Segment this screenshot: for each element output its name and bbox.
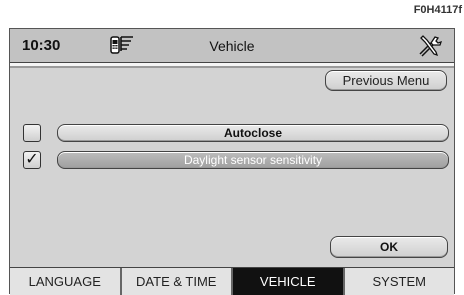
figure-reference: F0H4117f <box>413 4 462 16</box>
tools-icon[interactable] <box>416 34 443 58</box>
header-bar: 10:30 Vehicle <box>10 29 454 63</box>
tab-bar: LANGUAGE DATE & TIME VEHICLE SYSTEM <box>10 267 454 295</box>
tab-date-time[interactable]: DATE & TIME <box>121 268 233 295</box>
tab-language[interactable]: LANGUAGE <box>10 268 122 295</box>
screen-title: Vehicle <box>209 38 255 54</box>
autoclose-button[interactable]: Autoclose <box>57 124 449 142</box>
previous-menu-button[interactable]: Previous Menu <box>325 70 447 91</box>
daylight-sensor-checkbox[interactable]: ✓ <box>23 151 41 169</box>
autoclose-checkbox[interactable] <box>23 124 41 142</box>
display-screen: 10:30 Vehicle Previous Menu Autoclose ✓ … <box>9 28 455 295</box>
tab-system[interactable]: SYSTEM <box>344 268 454 295</box>
daylight-sensor-sensitivity-button[interactable]: Daylight sensor sensitivity <box>57 151 449 169</box>
ok-button[interactable]: OK <box>330 236 448 258</box>
tab-vehicle[interactable]: VEHICLE <box>233 268 345 295</box>
header-divider-dark <box>10 66 454 68</box>
